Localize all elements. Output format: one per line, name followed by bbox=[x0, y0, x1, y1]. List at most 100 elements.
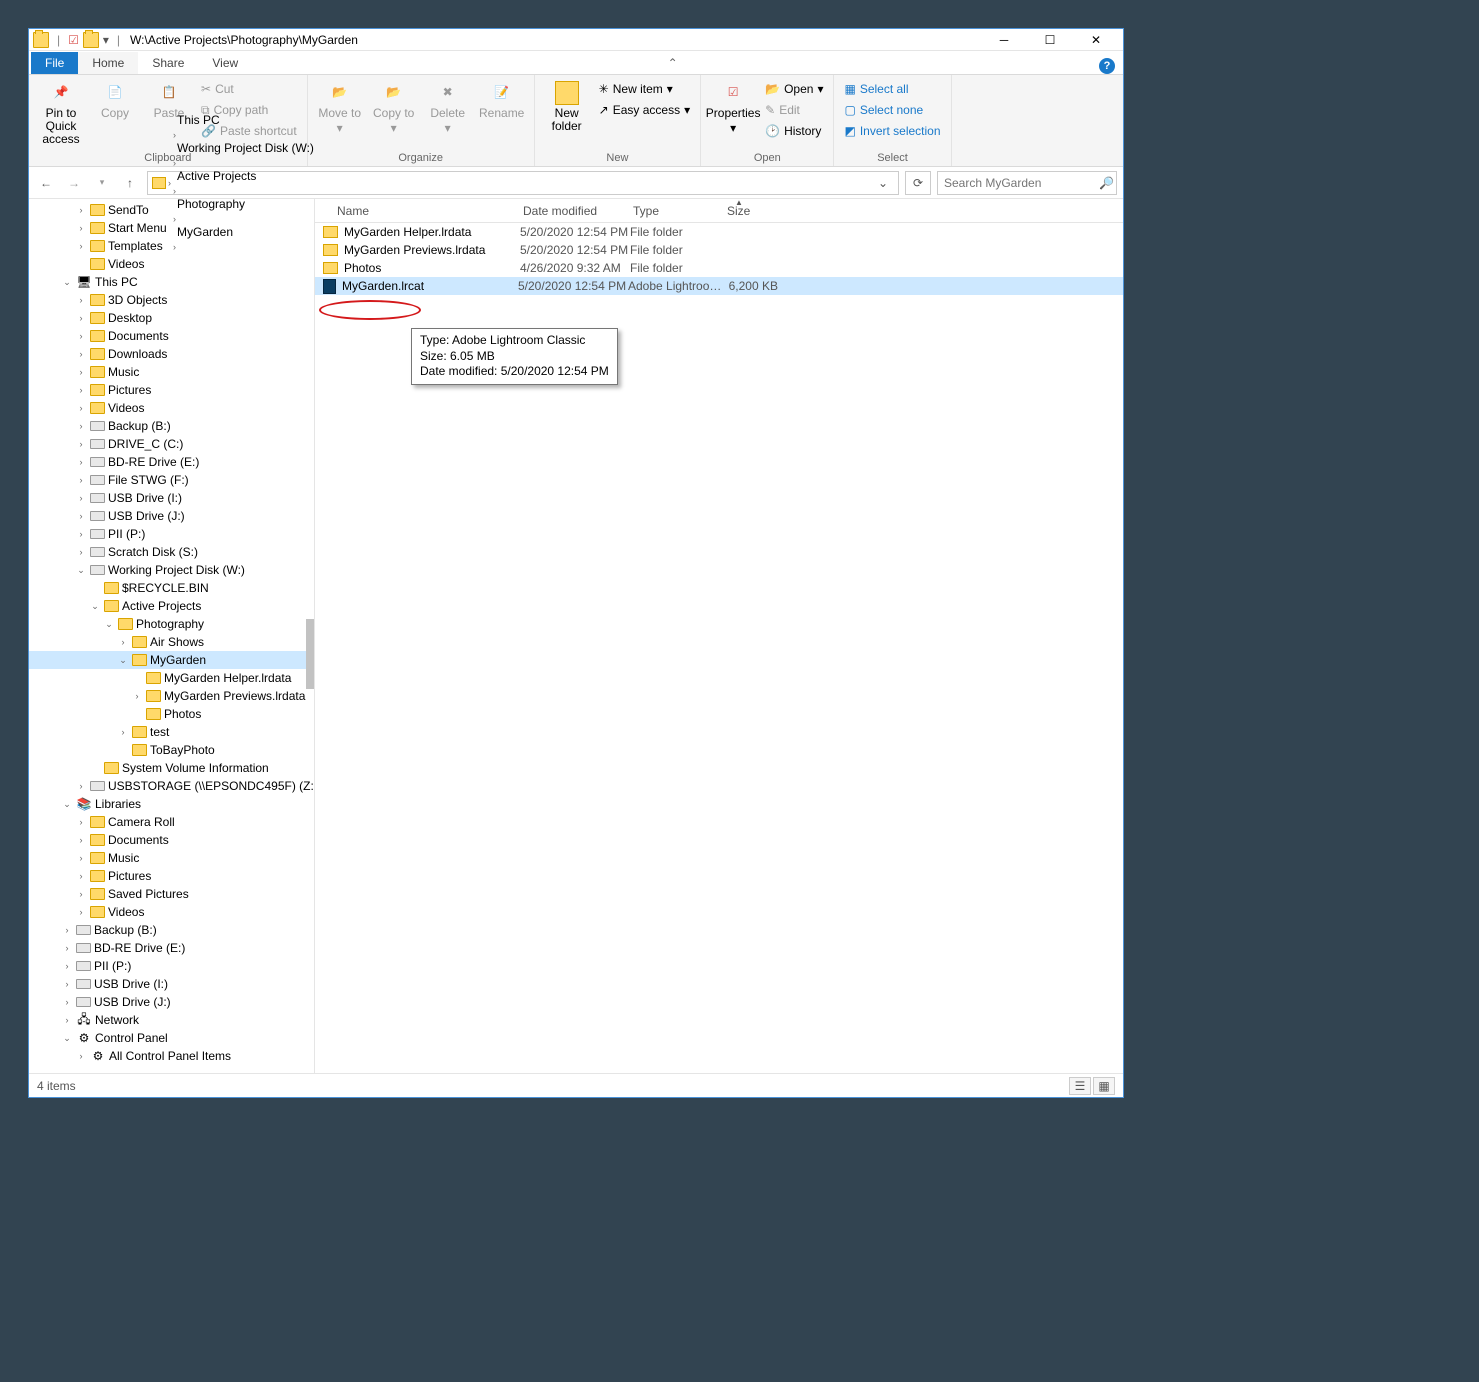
tree-item[interactable]: ›Saved Pictures bbox=[29, 885, 314, 903]
tree-item[interactable]: ›Pictures bbox=[29, 381, 314, 399]
chevron-right-icon[interactable]: › bbox=[75, 511, 87, 521]
tree-item[interactable]: ›SendTo bbox=[29, 201, 314, 219]
chevron-right-icon[interactable]: › bbox=[61, 961, 73, 971]
chevron-right-icon[interactable]: › bbox=[173, 130, 176, 140]
tree-item[interactable]: Photos bbox=[29, 705, 314, 723]
tree-item[interactable]: ›Documents bbox=[29, 831, 314, 849]
tree-item[interactable]: Videos bbox=[29, 255, 314, 273]
ribbon-collapse-icon[interactable]: ⌃ bbox=[668, 56, 678, 70]
tab-home[interactable]: Home bbox=[78, 52, 138, 74]
column-name[interactable]: Name bbox=[315, 204, 515, 218]
search-icon[interactable]: 🔍 bbox=[1099, 176, 1114, 190]
chevron-right-icon[interactable]: › bbox=[75, 331, 87, 341]
help-icon[interactable]: ? bbox=[1099, 58, 1115, 74]
column-type[interactable]: Type bbox=[625, 204, 719, 218]
tree-item[interactable]: ›BD-RE Drive (E:) bbox=[29, 453, 314, 471]
new-folder-button[interactable]: New folder bbox=[543, 79, 591, 135]
chevron-right-icon[interactable]: › bbox=[75, 547, 87, 557]
tree-item[interactable]: ›Documents bbox=[29, 327, 314, 345]
chevron-right-icon[interactable]: › bbox=[75, 223, 87, 233]
tree-item[interactable]: ›Videos bbox=[29, 399, 314, 417]
tree-item[interactable]: ⌄Working Project Disk (W:) bbox=[29, 561, 314, 579]
search-input[interactable] bbox=[944, 176, 1099, 190]
chevron-right-icon[interactable]: › bbox=[61, 925, 73, 935]
tree-item[interactable]: ›USB Drive (J:) bbox=[29, 993, 314, 1011]
tree-item[interactable]: ›Music bbox=[29, 363, 314, 381]
select-all-button[interactable]: ▦ Select all bbox=[842, 79, 942, 99]
nav-tree[interactable]: ›SendTo›Start Menu›TemplatesVideos⌄🖥This… bbox=[29, 199, 315, 1073]
chevron-down-icon[interactable]: ⌄ bbox=[75, 565, 87, 576]
chevron-down-icon[interactable]: ⌄ bbox=[61, 1033, 73, 1044]
chevron-down-icon[interactable]: ⌄ bbox=[61, 277, 73, 288]
chevron-right-icon[interactable]: › bbox=[75, 1051, 87, 1061]
tree-item[interactable]: MyGarden Helper.lrdata bbox=[29, 669, 314, 687]
tree-item[interactable]: ›Backup (B:) bbox=[29, 417, 314, 435]
tree-item[interactable]: ›Pictures bbox=[29, 867, 314, 885]
tree-item[interactable]: ›Air Shows bbox=[29, 633, 314, 651]
back-button[interactable]: ← bbox=[35, 172, 57, 194]
tab-file[interactable]: File bbox=[31, 52, 78, 74]
chevron-right-icon[interactable]: › bbox=[75, 871, 87, 881]
rename-button[interactable]: 📝Rename bbox=[478, 79, 526, 122]
tree-item[interactable]: ›Start Menu bbox=[29, 219, 314, 237]
tree-item[interactable]: ›Videos bbox=[29, 903, 314, 921]
chevron-right-icon[interactable]: › bbox=[131, 691, 143, 701]
tree-item[interactable]: ›USB Drive (I:) bbox=[29, 489, 314, 507]
chevron-right-icon[interactable]: › bbox=[61, 997, 73, 1007]
cut-button[interactable]: ✂ Cut bbox=[199, 79, 299, 99]
thumbnails-view-button[interactable]: ▦ bbox=[1093, 1077, 1115, 1095]
tree-item[interactable]: ⌄Photography bbox=[29, 615, 314, 633]
forward-button[interactable]: → bbox=[63, 172, 85, 194]
tree-item[interactable]: ›USB Drive (J:) bbox=[29, 507, 314, 525]
tree-item[interactable]: ›Desktop bbox=[29, 309, 314, 327]
tree-item[interactable]: ToBayPhoto bbox=[29, 741, 314, 759]
tree-item[interactable]: ⌄Active Projects bbox=[29, 597, 314, 615]
tree-item[interactable]: ›BD-RE Drive (E:) bbox=[29, 939, 314, 957]
edit-button[interactable]: ✎ Edit bbox=[763, 100, 825, 120]
tree-item[interactable]: ›Scratch Disk (S:) bbox=[29, 543, 314, 561]
file-row[interactable]: MyGarden Helper.lrdata5/20/2020 12:54 PM… bbox=[315, 223, 1123, 241]
chevron-right-icon[interactable]: › bbox=[75, 439, 87, 449]
chevron-right-icon[interactable]: › bbox=[117, 727, 129, 737]
refresh-button[interactable]: ⟳ bbox=[905, 171, 931, 195]
chevron-right-icon[interactable]: › bbox=[75, 781, 87, 791]
tree-item[interactable]: ›Music bbox=[29, 849, 314, 867]
tree-item[interactable]: ⌄🖥This PC bbox=[29, 273, 314, 291]
chevron-down-icon[interactable]: ⌄ bbox=[117, 655, 129, 666]
open-button[interactable]: 📂 Open ▾ bbox=[763, 79, 825, 99]
tree-item[interactable]: ›USB Drive (I:) bbox=[29, 975, 314, 993]
chevron-right-icon[interactable]: › bbox=[75, 529, 87, 539]
column-size[interactable]: Size bbox=[719, 204, 775, 218]
column-date[interactable]: Date modified bbox=[515, 204, 625, 218]
chevron-right-icon[interactable]: › bbox=[75, 475, 87, 485]
tree-item[interactable]: ›USBSTORAGE (\\EPSONDC495F) (Z:) bbox=[29, 777, 314, 795]
breadcrumb-segment[interactable]: This PC bbox=[173, 113, 318, 127]
invert-selection-button[interactable]: ◩ Invert selection bbox=[842, 121, 942, 141]
move-to-button[interactable]: 📂Move to▾ bbox=[316, 79, 364, 137]
tree-item[interactable]: ›3D Objects bbox=[29, 291, 314, 309]
tree-item[interactable]: $RECYCLE.BIN bbox=[29, 579, 314, 597]
chevron-right-icon[interactable]: › bbox=[75, 889, 87, 899]
tree-item[interactable]: ›PII (P:) bbox=[29, 525, 314, 543]
new-item-button[interactable]: ✳ New item ▾ bbox=[597, 79, 692, 99]
tree-item[interactable]: ⌄⚙Control Panel bbox=[29, 1029, 314, 1047]
tree-item[interactable]: ›DRIVE_C (C:) bbox=[29, 435, 314, 453]
chevron-right-icon[interactable]: › bbox=[173, 186, 176, 196]
tree-item[interactable]: ›⚙All Control Panel Items bbox=[29, 1047, 314, 1065]
tree-item[interactable]: ›Templates bbox=[29, 237, 314, 255]
chevron-down-icon[interactable]: ⌄ bbox=[61, 799, 73, 810]
chevron-right-icon[interactable]: › bbox=[75, 907, 87, 917]
details-view-button[interactable]: ☰ bbox=[1069, 1077, 1091, 1095]
chevron-down-icon[interactable]: ⌄ bbox=[103, 619, 115, 630]
tree-item[interactable]: ›PII (P:) bbox=[29, 957, 314, 975]
chevron-right-icon[interactable]: › bbox=[75, 493, 87, 503]
minimize-button[interactable]: ─ bbox=[981, 29, 1027, 51]
chevron-right-icon[interactable]: › bbox=[75, 205, 87, 215]
breadcrumb-dropdown[interactable]: ⌄ bbox=[872, 176, 894, 190]
chevron-right-icon[interactable]: › bbox=[75, 835, 87, 845]
search-box[interactable]: 🔍 bbox=[937, 171, 1117, 195]
tab-share[interactable]: Share bbox=[138, 52, 198, 74]
chevron-right-icon[interactable]: › bbox=[61, 1015, 73, 1025]
chevron-right-icon[interactable]: › bbox=[117, 637, 129, 647]
tree-item[interactable]: ›File STWG (F:) bbox=[29, 471, 314, 489]
